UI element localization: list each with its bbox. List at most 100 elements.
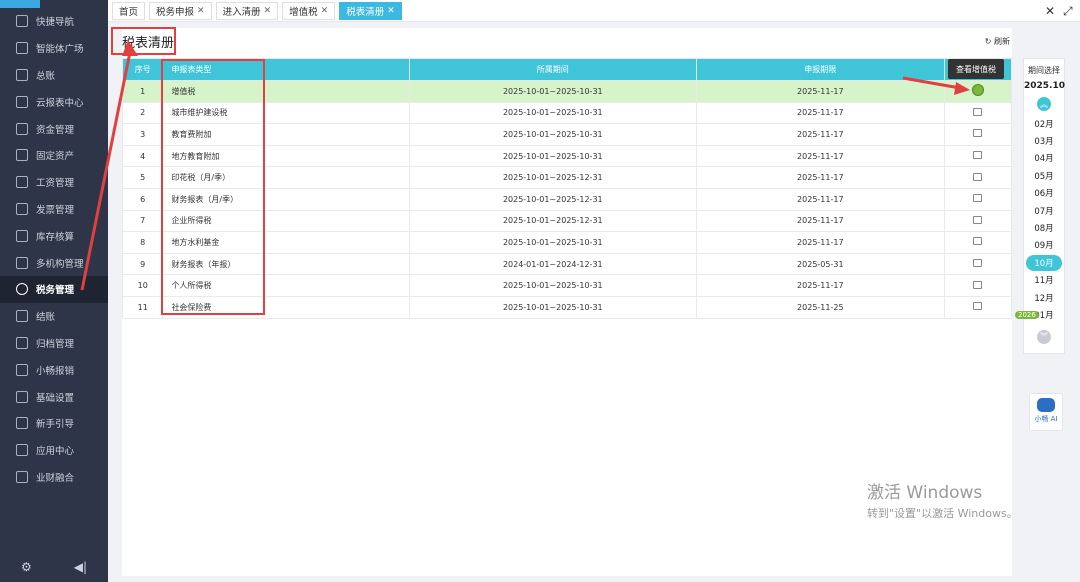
sidebar-item-label: 固定资产 (36, 151, 75, 163)
month-item[interactable]: 10月 (1024, 254, 1064, 271)
month-label: 03月 (1034, 137, 1054, 148)
tab[interactable]: 税务申报 ✕ (149, 1, 212, 20)
ai-assistant-button[interactable]: 小畅 AI (1029, 393, 1063, 431)
month-item[interactable]: 12月 (1024, 289, 1064, 306)
header-period: 所属期间 (408, 58, 697, 81)
month-label: 12月 (1034, 293, 1054, 304)
tab[interactable]: 进入清册 ✕ (215, 1, 279, 20)
period-selector: 期间选择 2025.10 ︽ 02月 03月 04月 05月 06月 07月 08月 09月 1… (1023, 58, 1065, 354)
sidebar-item[interactable]: 库存核算 (0, 222, 108, 249)
month-label: 09月 (1034, 241, 1054, 252)
report-icon (16, 95, 28, 108)
view-sheet-icon[interactable] (973, 151, 983, 160)
row-no: 4 (121, 144, 164, 168)
sidebar-item-label: 工资管理 (36, 178, 75, 190)
month-item[interactable]: 08月 (1024, 219, 1064, 236)
month-item[interactable]: 03月 (1024, 132, 1064, 149)
sidebar-item[interactable]: 云报表中心 (0, 88, 108, 115)
sidebar-item[interactable]: 归档管理 (0, 330, 108, 357)
row-no: 7 (121, 209, 164, 233)
row-deadline: 2025-05-31 (695, 252, 945, 276)
row-action (943, 123, 1013, 146)
view-sheet-icon[interactable] (973, 280, 983, 289)
view-sheet-icon[interactable] (973, 172, 983, 181)
gear-icon[interactable]: ⚙ (21, 560, 32, 574)
sidebar-item-label: 小畅报销 (36, 365, 75, 377)
invoice-icon (16, 202, 28, 215)
view-sheet-icon[interactable] (973, 215, 983, 224)
tab[interactable]: 税表清册 ✕ (339, 1, 402, 20)
row-no: 8 (121, 231, 164, 254)
month-item[interactable]: 09月 (1024, 237, 1064, 254)
month-item[interactable]: 05月 (1024, 167, 1064, 184)
sidebar-item[interactable]: 新手引导 (0, 410, 108, 437)
collapse-icon[interactable]: ◀| (74, 560, 87, 574)
sidebar-item[interactable]: 应用中心 (0, 437, 108, 464)
sidebar-item[interactable]: 快捷导航 (0, 8, 108, 35)
month-item[interactable]: 04月 (1024, 150, 1064, 167)
sidebar-item[interactable]: 发票管理 (0, 196, 108, 223)
sidebar-item-label: 应用中心 (36, 446, 75, 458)
view-sheet-icon[interactable] (973, 107, 983, 116)
sidebar-item[interactable]: 结账 (0, 303, 108, 330)
year-tag: 2026 (1015, 311, 1039, 319)
month-label: 02月 (1034, 119, 1054, 130)
row-no: 2 (121, 101, 164, 125)
tab-close-icon[interactable]: ✕ (321, 6, 329, 16)
month-item[interactable]: 07月 (1024, 202, 1064, 219)
row-action (943, 231, 1013, 254)
watermark-line1: 激活 Windows (867, 483, 983, 503)
view-sheet-icon[interactable] (973, 259, 983, 268)
month-label: 04月 (1034, 154, 1054, 165)
row-no: 5 (121, 166, 164, 189)
view-sheet-icon[interactable] (973, 129, 983, 138)
money-icon (16, 122, 28, 135)
apps-icon (16, 444, 28, 457)
sidebar-item[interactable]: 业财融合 (0, 464, 108, 491)
row-period: 2025-10-01~2025-10-31 (408, 123, 697, 146)
sidebar-item-label: 业财融合 (36, 472, 75, 484)
sidebar-item[interactable]: 智能体广场 (0, 35, 108, 62)
sidebar-item[interactable]: 税务管理 (0, 275, 108, 303)
tab[interactable]: 首页 (112, 1, 146, 20)
close-icon[interactable]: ✕ (1045, 4, 1055, 18)
sidebar-item[interactable]: 小畅报销 (0, 356, 108, 383)
chevron-down-icon[interactable]: ︾ (1037, 329, 1051, 344)
sidebar-item[interactable]: 基础设置 (0, 383, 108, 410)
view-sheet-icon[interactable] (971, 84, 984, 97)
guide-icon (16, 417, 28, 430)
sidebar-item[interactable]: 资金管理 (0, 115, 108, 142)
view-sheet-icon[interactable] (973, 194, 983, 203)
tab[interactable]: 增值税 ✕ (282, 1, 336, 20)
view-sheet-icon[interactable] (973, 302, 983, 311)
sidebar-item-label: 税务管理 (36, 285, 75, 297)
row-no: 9 (121, 252, 164, 276)
row-no: 6 (121, 187, 164, 211)
refresh-label: 刷新 (994, 37, 1010, 46)
row-action (943, 252, 1013, 276)
month-item[interactable]: 11月 (1024, 272, 1064, 289)
tab-close-icon[interactable]: ✕ (197, 6, 205, 16)
sidebar-item[interactable]: 多机构管理 (0, 249, 108, 276)
sidebar-item[interactable]: 总账 (0, 62, 108, 89)
sidebar-item-label: 总账 (36, 70, 56, 82)
row-period: 2024-01-01~2024-12-31 (408, 252, 697, 276)
period-current: 2025.10 (1024, 81, 1065, 91)
tab-close-icon[interactable]: ✕ (387, 6, 395, 16)
month-label: 11月 (1034, 276, 1054, 287)
sidebar-item[interactable]: 工资管理 (0, 169, 108, 196)
sidebar-item[interactable]: 固定资产 (0, 142, 108, 169)
tab-label: 首页 (119, 6, 139, 18)
month-item[interactable]: 06月 (1024, 185, 1064, 202)
integration-icon (16, 470, 28, 483)
row-period: 2025-10-01~2025-12-31 (408, 209, 697, 233)
refresh-button[interactable]: ↻ 刷新 (985, 36, 1010, 47)
row-action (943, 101, 1013, 125)
tab-close-icon[interactable]: ✕ (264, 6, 272, 16)
chevron-up-icon[interactable]: ︽ (1037, 97, 1051, 111)
view-sheet-icon[interactable] (973, 237, 983, 246)
fullscreen-icon[interactable]: ⤢ (1063, 4, 1073, 19)
row-period: 2025-10-01~2025-10-31 (408, 80, 697, 103)
row-action (943, 144, 1013, 168)
month-item[interactable]: 02月 (1024, 115, 1064, 132)
